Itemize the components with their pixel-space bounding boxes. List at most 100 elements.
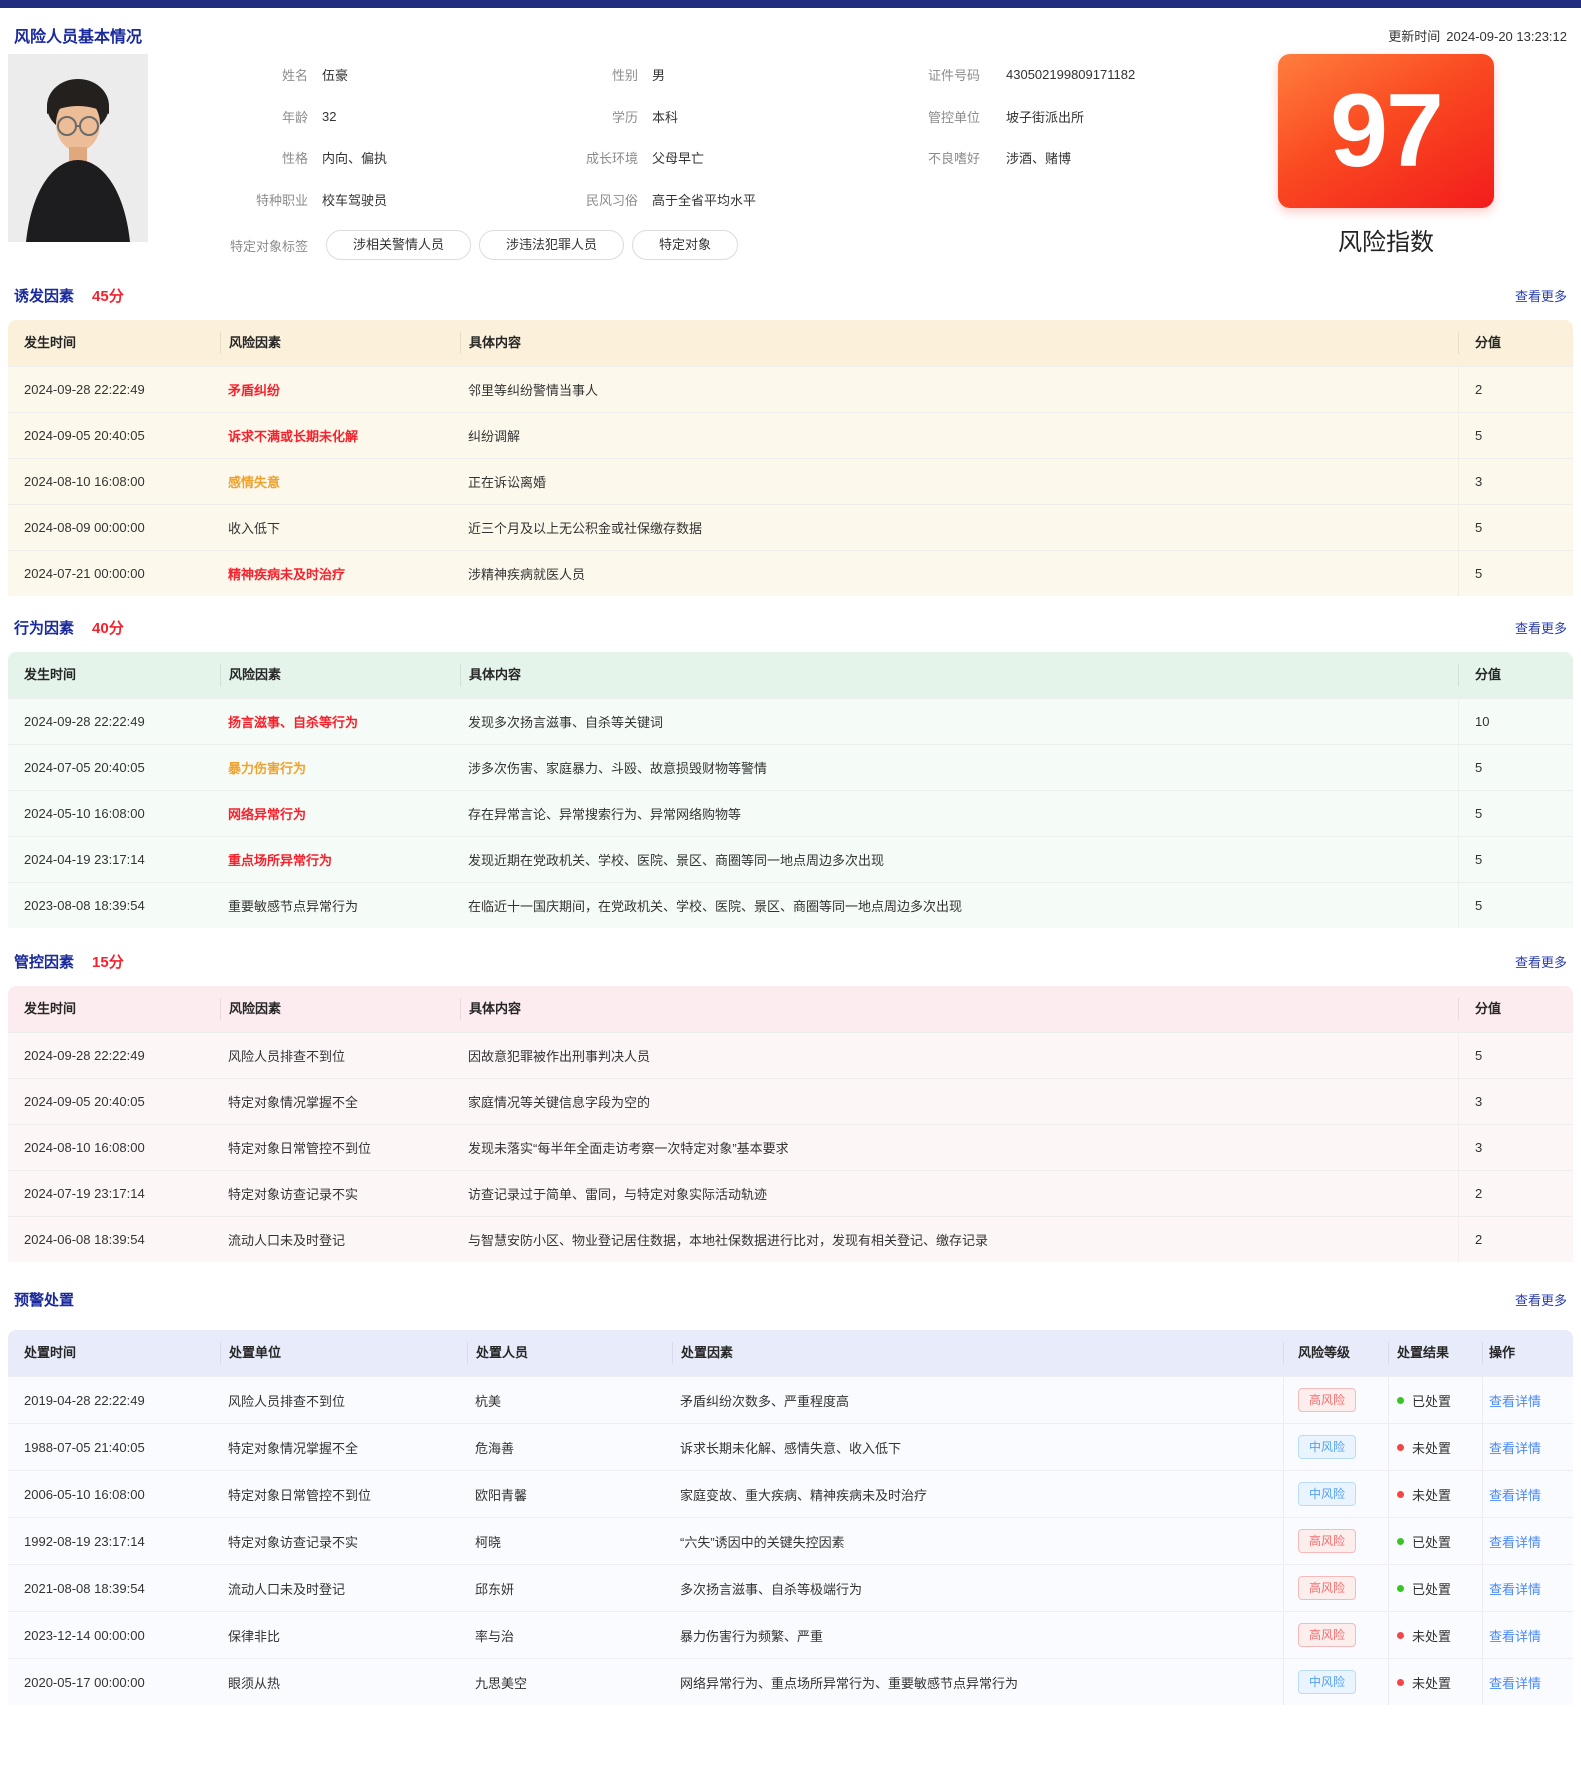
view-more-link[interactable]: 查看更多: [1515, 952, 1567, 971]
row-time: 2006-05-10 16:08:00: [8, 1487, 220, 1502]
field-age: 年龄32: [158, 96, 387, 138]
field-label: 特种职业: [158, 190, 308, 209]
col-header-factor: 风险因素: [220, 664, 460, 686]
row-risk-factor: 暴力伤害行为: [220, 758, 460, 777]
field-education: 学历本科: [508, 96, 756, 138]
table-row: 2020-05-17 00:00:00 眼须从热 九思美空 网络异常行为、重点场…: [8, 1658, 1573, 1705]
field-label: 管控单位: [850, 107, 980, 126]
profile-section: 姓名伍豪 年龄32 性格内向、偏执 特种职业校车驾驶员 性别男 学历本科 成长环…: [8, 54, 1573, 266]
row-score: 5: [1458, 505, 1573, 550]
row-person: 危海善: [467, 1438, 672, 1457]
profile-photo: [8, 54, 148, 242]
row-person: 杭美: [467, 1391, 672, 1410]
row-action: 查看详情: [1482, 1424, 1573, 1470]
col-header-content: 具体内容: [460, 332, 1458, 354]
tags-label: 特定对象标签: [158, 236, 308, 255]
special-tags-row: 特定对象标签 涉相关警情人员 涉违法犯罪人员 特定对象: [158, 230, 746, 260]
row-factor: 暴力伤害行为频繁、严重: [672, 1626, 1283, 1645]
row-risk-factor: 风险人员排查不到位: [220, 1046, 460, 1065]
view-detail-link[interactable]: 查看详情: [1489, 1438, 1541, 1457]
result-status-dot: [1397, 1585, 1404, 1592]
table-row: 2024-06-08 18:39:54 流动人口未及时登记 与智慧安防小区、物业…: [8, 1216, 1573, 1262]
field-value: 32: [322, 109, 336, 124]
warning-disposal-table: 处置时间 处置单位 处置人员 处置因素 风险等级 处置结果 操作 2019-04…: [8, 1330, 1573, 1705]
row-risk-level: 高风险: [1283, 1565, 1388, 1611]
view-detail-link[interactable]: 查看详情: [1489, 1673, 1541, 1692]
col-header-time: 发生时间: [8, 998, 220, 1020]
col-header-unit: 处置单位: [220, 1342, 467, 1364]
row-score: 3: [1458, 1125, 1573, 1170]
view-detail-link[interactable]: 查看详情: [1489, 1626, 1541, 1645]
section-warning-disposal-header: 预警处置 查看更多: [14, 1288, 1567, 1310]
row-score: 2: [1458, 367, 1573, 412]
row-time: 2019-04-28 22:22:49: [8, 1393, 220, 1408]
section-title: 诱发因素: [14, 285, 74, 306]
row-factor: 矛盾纠纷次数多、严重程度高: [672, 1391, 1283, 1410]
row-content: 纠纷调解: [460, 426, 1458, 445]
section-control-factors-header: 管控因素 15分 查看更多: [14, 950, 1567, 972]
row-time: 2021-08-08 18:39:54: [8, 1581, 220, 1596]
row-time: 2024-05-10 16:08:00: [8, 806, 220, 821]
table-row: 1992-08-19 23:17:14 特定对象访查记录不实 柯晓 “六失”诱因…: [8, 1517, 1573, 1564]
row-time: 2020-05-17 00:00:00: [8, 1675, 220, 1690]
col-header-time: 发生时间: [8, 332, 220, 354]
row-risk-factor: 特定对象情况掌握不全: [220, 1092, 460, 1111]
row-person: 率与治: [467, 1626, 672, 1645]
person-avatar-image: [8, 54, 148, 242]
col-header-time: 发生时间: [8, 664, 220, 686]
view-more-link[interactable]: 查看更多: [1515, 618, 1567, 637]
page-container: 风险人员基本情况 更新时间2024-09-20 13:23:12 姓名伍豪 年龄…: [0, 24, 1581, 1705]
field-value: 涉酒、赌博: [1006, 148, 1071, 167]
view-detail-link[interactable]: 查看详情: [1489, 1485, 1541, 1504]
field-personality: 性格内向、偏执: [158, 137, 387, 179]
row-content: 发现多次扬言滋事、自杀等关键词: [460, 712, 1458, 731]
section-score: 15分: [92, 951, 124, 972]
field-value: 430502199809171182: [1006, 67, 1135, 82]
result-label: 已处置: [1412, 1391, 1451, 1410]
col-header-content: 具体内容: [460, 998, 1458, 1020]
field-label: 姓名: [158, 65, 308, 84]
field-value: 高于全省平均水平: [652, 190, 756, 209]
row-unit: 风险人员排查不到位: [220, 1391, 467, 1410]
result-label: 未处置: [1412, 1485, 1451, 1504]
row-unit: 特定对象日常管控不到位: [220, 1485, 467, 1504]
table-row: 2024-09-28 22:22:49 风险人员排查不到位 因故意犯罪被作出刑事…: [8, 1032, 1573, 1078]
field-label: 学历: [508, 107, 638, 126]
risk-score-value: 97: [1330, 79, 1442, 183]
field-custom: 民风习俗高于全省平均水平: [508, 179, 756, 221]
col-header-factor: 风险因素: [220, 998, 460, 1020]
table-row: 2024-08-10 16:08:00 特定对象日常管控不到位 发现未落实“每半…: [8, 1124, 1573, 1170]
row-time: 2024-06-08 18:39:54: [8, 1232, 220, 1247]
row-result: 未处置: [1388, 1471, 1482, 1517]
row-risk-level: 中风险: [1283, 1471, 1388, 1517]
view-detail-link[interactable]: 查看详情: [1489, 1391, 1541, 1410]
row-content: 涉精神疾病就医人员: [460, 564, 1458, 583]
view-detail-link[interactable]: 查看详情: [1489, 1579, 1541, 1598]
col-header-result: 处置结果: [1388, 1342, 1482, 1364]
control-factors-table: 发生时间 风险因素 具体内容 分值 2024-09-28 22:22:49 风险…: [8, 986, 1573, 1262]
row-score: 2: [1458, 1171, 1573, 1216]
table-row: 1988-07-05 21:40:05 特定对象情况掌握不全 危海善 诉求长期未…: [8, 1423, 1573, 1470]
row-unit: 保律非比: [220, 1626, 467, 1645]
table-row: 2019-04-28 22:22:49 风险人员排查不到位 杭美 矛盾纠纷次数多…: [8, 1376, 1573, 1423]
view-more-link[interactable]: 查看更多: [1515, 1290, 1567, 1309]
page-header: 风险人员基本情况 更新时间2024-09-20 13:23:12: [14, 24, 1567, 46]
view-more-link[interactable]: 查看更多: [1515, 286, 1567, 305]
row-score: 5: [1458, 551, 1573, 596]
row-time: 2024-09-05 20:40:05: [8, 428, 220, 443]
row-score: 5: [1458, 745, 1573, 790]
tag-special-target: 特定对象: [632, 230, 738, 260]
result-label: 未处置: [1412, 1438, 1451, 1457]
row-unit: 特定对象访查记录不实: [220, 1532, 467, 1551]
view-detail-link[interactable]: 查看详情: [1489, 1532, 1541, 1551]
behavior-factors-table: 发生时间 风险因素 具体内容 分值 2024-09-28 22:22:49 扬言…: [8, 652, 1573, 928]
row-content: 与智慧安防小区、物业登记居住数据，本地社保数据进行比对，发现有相关登记、缴存记录: [460, 1230, 1458, 1249]
row-risk-level: 中风险: [1283, 1659, 1388, 1705]
table-row: 2021-08-08 18:39:54 流动人口未及时登记 邱东妍 多次扬言滋事…: [8, 1564, 1573, 1611]
row-person: 欧阳青馨: [467, 1485, 672, 1504]
risk-level-badge: 中风险: [1298, 1670, 1356, 1694]
row-action: 查看详情: [1482, 1377, 1573, 1423]
update-time-label: 更新时间: [1388, 29, 1440, 44]
col-header-score: 分值: [1458, 664, 1573, 686]
table-row: 2024-08-09 00:00:00 收入低下 近三个月及以上无公积金或社保缴…: [8, 504, 1573, 550]
